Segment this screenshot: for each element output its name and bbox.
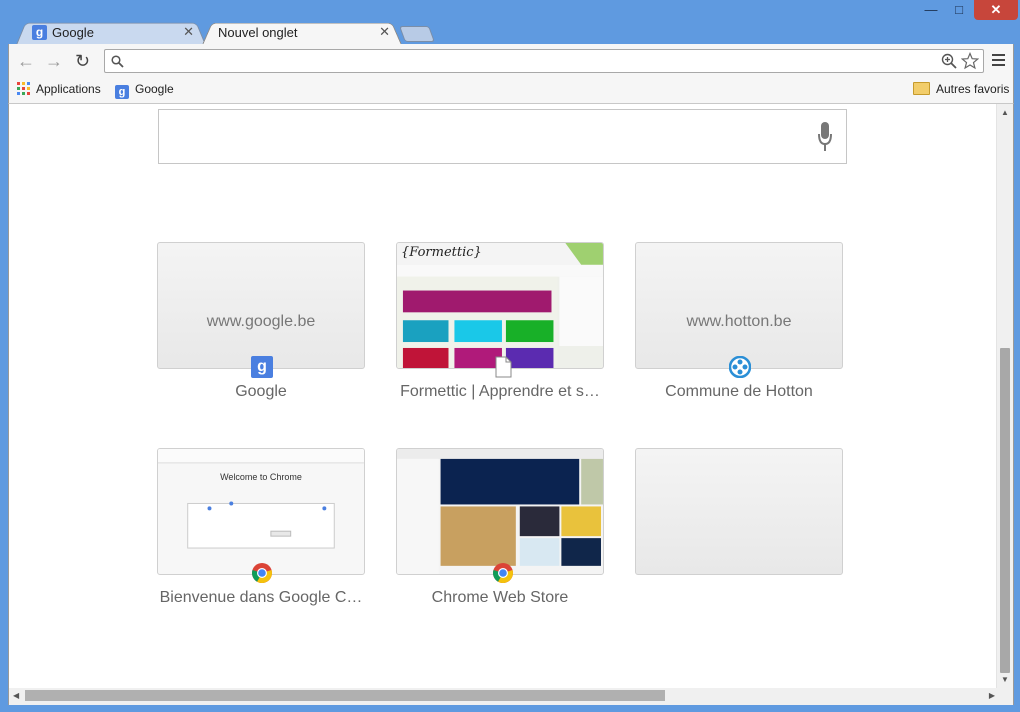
tile-thumbnail-heading: {Formettic} bbox=[401, 245, 482, 260]
tile-title[interactable]: Commune de Hotton bbox=[624, 383, 854, 401]
bookmark-applications[interactable]: Applications bbox=[17, 82, 101, 96]
chrome-icon bbox=[252, 563, 272, 584]
vertical-scrollbar[interactable]: ▲ ▼ bbox=[996, 104, 1013, 688]
bookmarks-bar: Applications g Google Autres favoris bbox=[8, 78, 1014, 104]
google-favicon-icon: g bbox=[32, 25, 47, 40]
scroll-right-arrow-icon[interactable]: ▶ bbox=[989, 691, 995, 700]
google-search-box[interactable] bbox=[158, 109, 847, 164]
tab-label: Google bbox=[52, 25, 94, 40]
chrome-icon bbox=[493, 563, 513, 584]
scroll-up-arrow-icon[interactable]: ▲ bbox=[1001, 108, 1009, 117]
menu-icon[interactable] bbox=[992, 54, 1005, 69]
tab-label: Nouvel onglet bbox=[218, 25, 298, 40]
scroll-left-arrow-icon[interactable]: ◀ bbox=[13, 691, 19, 700]
tile-title[interactable]: Formettic | Apprendre et s… bbox=[385, 383, 615, 401]
google-favicon-icon: g bbox=[115, 85, 129, 99]
omnibox[interactable] bbox=[104, 49, 984, 73]
google-icon: g bbox=[251, 356, 273, 378]
most-visited-tile[interactable]: {Formettic} bbox=[396, 242, 604, 369]
reload-button[interactable]: ↻ bbox=[75, 52, 90, 70]
hotton-icon bbox=[729, 356, 751, 378]
forward-button[interactable]: → bbox=[45, 52, 63, 70]
browser-window: g Google ✕ Nouvel onglet ✕ — □ ✕ ← → ↻ A… bbox=[0, 0, 1020, 712]
vertical-scroll-thumb[interactable] bbox=[1000, 348, 1010, 673]
back-button[interactable]: ← bbox=[17, 52, 35, 70]
bookmark-star-icon[interactable] bbox=[961, 52, 979, 70]
new-tab-button[interactable] bbox=[399, 26, 435, 42]
most-visited-tile[interactable]: www.hotton.be bbox=[635, 242, 843, 369]
address-input[interactable] bbox=[129, 52, 933, 72]
tile-thumbnail-heading: Welcome to Chrome bbox=[220, 472, 302, 482]
horizontal-scroll-thumb[interactable] bbox=[25, 690, 665, 701]
bookmark-google[interactable]: g Google bbox=[115, 82, 174, 99]
tile-thumbnail bbox=[158, 449, 364, 549]
minimize-button[interactable]: — bbox=[918, 0, 944, 20]
empty-tile bbox=[635, 448, 843, 575]
bookmark-label: Applications bbox=[36, 82, 101, 96]
tile-title[interactable]: Bienvenue dans Google C… bbox=[146, 589, 376, 607]
most-visited-tile[interactable]: Welcome to Chrome bbox=[157, 448, 365, 575]
zoom-icon[interactable] bbox=[941, 53, 957, 69]
tile-thumbnail bbox=[397, 449, 603, 574]
most-visited-tile[interactable]: www.google.be bbox=[157, 242, 365, 369]
bookmark-label: Google bbox=[135, 82, 174, 96]
apps-icon bbox=[17, 82, 30, 95]
new-tab-page: www.google.be g Google {Formettic} Forme… bbox=[8, 104, 1014, 688]
tile-url: www.hotton.be bbox=[686, 313, 792, 330]
tab-new-tab[interactable]: Nouvel onglet ✕ bbox=[202, 20, 402, 45]
tile-thumbnail bbox=[397, 243, 603, 368]
search-icon bbox=[111, 55, 124, 68]
bookmark-label: Autres favoris bbox=[936, 82, 1010, 96]
microphone-icon[interactable] bbox=[818, 122, 832, 152]
close-tab-icon[interactable]: ✕ bbox=[379, 24, 390, 40]
most-visited-tile[interactable] bbox=[396, 448, 604, 575]
window-close-button[interactable]: ✕ bbox=[974, 0, 1018, 20]
tab-google[interactable]: g Google ✕ bbox=[16, 20, 206, 45]
horizontal-scrollbar[interactable]: ◀ ▶ bbox=[8, 688, 1014, 705]
tile-url: www.google.be bbox=[206, 313, 316, 330]
maximize-button[interactable]: □ bbox=[946, 0, 972, 20]
toolbar: ← → ↻ bbox=[8, 44, 1014, 78]
bookmark-other-favorites[interactable]: Autres favoris bbox=[913, 82, 1009, 96]
close-tab-icon[interactable]: ✕ bbox=[183, 24, 194, 40]
tile-title[interactable]: Chrome Web Store bbox=[385, 589, 615, 607]
folder-icon bbox=[913, 82, 930, 95]
tile-title[interactable]: Google bbox=[146, 383, 376, 401]
page-icon bbox=[495, 356, 512, 378]
scroll-down-arrow-icon[interactable]: ▼ bbox=[1001, 675, 1009, 684]
tab-strip: g Google ✕ Nouvel onglet ✕ — □ ✕ bbox=[0, 0, 1020, 45]
